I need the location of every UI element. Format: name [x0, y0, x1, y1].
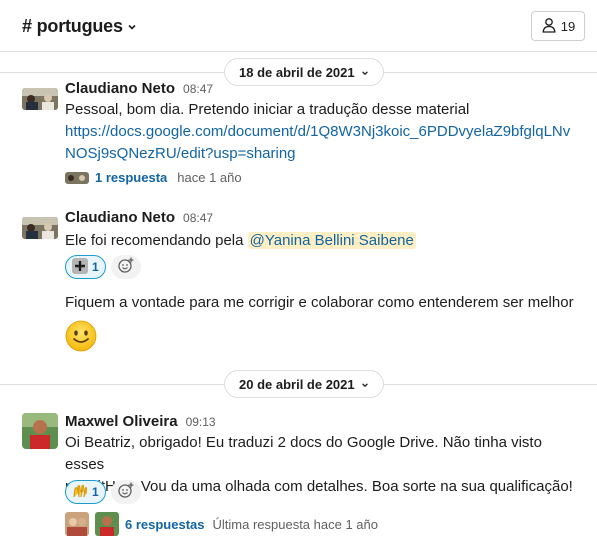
- avatar: [95, 512, 119, 536]
- sender-name[interactable]: Claudiano Neto: [65, 80, 175, 97]
- add-reaction-button[interactable]: [111, 255, 141, 279]
- reaction-count: 1: [92, 485, 99, 499]
- reaction-count: 1: [92, 260, 99, 274]
- chevron-down-icon: [127, 22, 137, 32]
- date-pill-button[interactable]: 20 de abril de 2021: [224, 370, 384, 398]
- reaction-button[interactable]: 1: [65, 480, 106, 504]
- timestamp[interactable]: 09:13: [186, 415, 216, 429]
- members-button[interactable]: 19: [531, 11, 585, 41]
- message-header: Maxwel Oliveira 09:13: [65, 413, 216, 430]
- message-text: Oi Beatriz, obrigado! Eu traduzi 2 docs …: [65, 434, 542, 473]
- timestamp[interactable]: 08:47: [183, 82, 213, 96]
- sender-name[interactable]: Claudiano Neto: [65, 209, 175, 226]
- plus-icon: [72, 257, 88, 277]
- channel-header: # portugues 19: [0, 0, 597, 52]
- date-label: 18 de abril de 2021: [239, 64, 355, 80]
- channel-name: # portugues: [22, 16, 123, 36]
- avatar[interactable]: [22, 88, 58, 110]
- slightly-smiling-face-icon: [65, 320, 97, 352]
- thread-summary[interactable]: 1 respuesta hace 1 año: [65, 170, 242, 185]
- avatar: [65, 512, 89, 536]
- sender-name[interactable]: Maxwel Oliveira: [65, 413, 178, 430]
- message-link[interactable]: https://docs.google.com/document/d/1Q8W3…: [65, 121, 585, 143]
- user-mention[interactable]: @Yanina Bellini Saibene: [247, 232, 416, 249]
- chevron-down-icon: [361, 65, 369, 80]
- timestamp[interactable]: 08:47: [183, 211, 213, 225]
- thread-last-reply: Última respuesta hace 1 año: [212, 516, 378, 532]
- avatar[interactable]: [22, 413, 58, 449]
- thread-summary[interactable]: 6 respuestas Última respuesta hace 1 año: [65, 512, 378, 536]
- message-header: Claudiano Neto 08:47: [65, 209, 213, 226]
- message-text: Pessoal, bom dia. Pretendo iniciar a tra…: [65, 101, 470, 118]
- message-header: Claudiano Neto 08:47: [65, 80, 213, 97]
- message-body: Pessoal, bom dia. Pretendo iniciar a tra…: [65, 99, 585, 165]
- member-count: 19: [560, 18, 576, 34]
- date-label: 20 de abril de 2021: [239, 376, 355, 392]
- add-reaction-button[interactable]: [111, 480, 141, 504]
- avatar[interactable]: [22, 217, 58, 239]
- channel-name-button[interactable]: # portugues: [22, 16, 137, 37]
- thread-last-reply: hace 1 año: [177, 170, 242, 185]
- date-pill-button[interactable]: 18 de abril de 2021: [224, 58, 384, 86]
- message-followup: Fiquem a vontade para me corrigir e cola…: [65, 294, 574, 311]
- thread-reply-count[interactable]: 6 respuestas: [125, 517, 205, 532]
- reaction-button[interactable]: 1: [65, 255, 106, 279]
- message-link-continued[interactable]: NOSj9sQNezRU/edit?usp=sharing: [65, 143, 585, 165]
- person-icon: [541, 17, 557, 36]
- raised-hands-icon: [72, 483, 88, 502]
- message-text: Ele foi recomendando pela: [65, 232, 248, 249]
- add-emoji-icon: [117, 256, 135, 279]
- message-body: Oi Beatriz, obrigado! Eu traduzi 2 docs …: [65, 432, 585, 498]
- thread-reply-count[interactable]: 1 respuesta: [95, 170, 167, 185]
- add-emoji-icon: [117, 481, 135, 504]
- message-text-continued: no GitHub. Vou da uma olhada com detalhe…: [65, 478, 573, 495]
- day-divider: 20 de abril de 2021: [0, 370, 597, 398]
- avatar: [65, 171, 89, 184]
- message-body: Ele foi recomendando pela @Yanina Bellin…: [65, 230, 585, 252]
- chevron-down-icon: [361, 377, 369, 392]
